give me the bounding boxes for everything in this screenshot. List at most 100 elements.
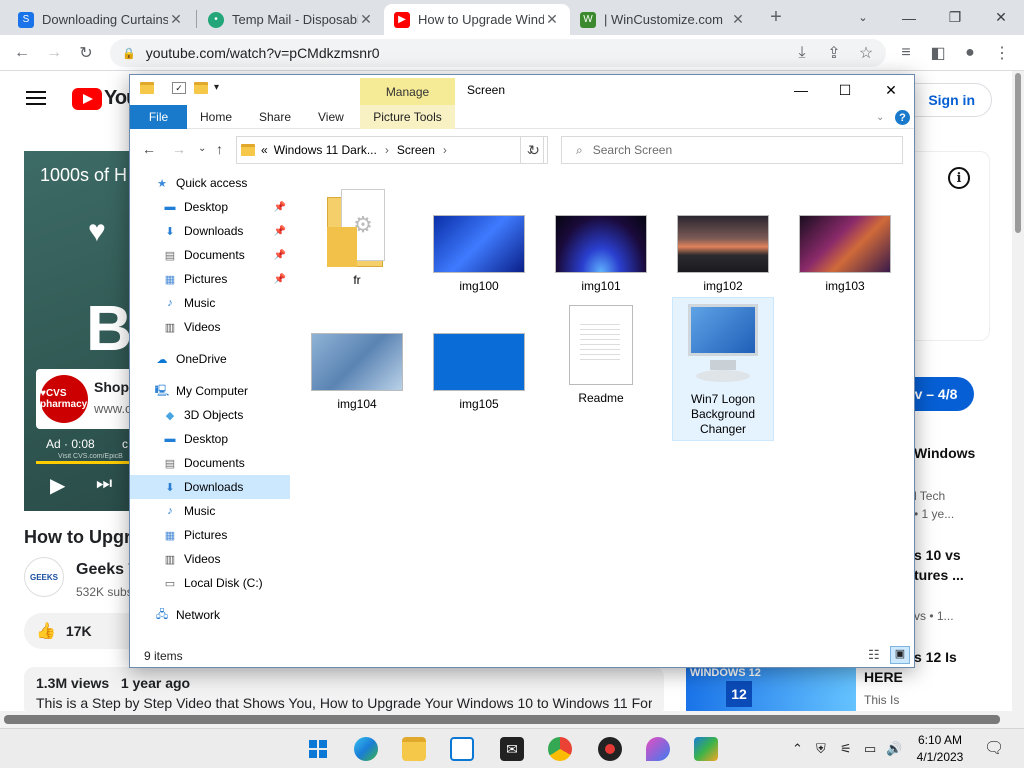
file-item-img104[interactable]: img104 [306, 305, 408, 412]
pin-icon[interactable]: 📌 [274, 250, 286, 261]
hamburger-menu-icon[interactable] [26, 91, 46, 105]
clock[interactable]: 6:10 AM 4/1/2023 [910, 732, 970, 766]
nav-item-onedrive[interactable]: ☁ OneDrive [130, 347, 290, 371]
start-windows-icon[interactable] [306, 737, 330, 761]
vertical-scrollbar[interactable] [1012, 71, 1024, 711]
tab-downloading-curtains[interactable]: S Downloading Curtains ✕ [8, 4, 194, 35]
close-icon[interactable]: ✕ [168, 11, 184, 28]
close-icon[interactable]: ✕ [544, 11, 560, 28]
ribbon-tab-view[interactable]: View [318, 105, 344, 129]
close-icon[interactable]: ✕ [730, 11, 746, 28]
nav-item-local-disk-c[interactable]: ▭ Local Disk (C:) [130, 571, 290, 595]
properties-check-icon[interactable]: ✓ [172, 82, 186, 94]
minimize-button[interactable]: — [886, 0, 932, 35]
mail-icon[interactable]: ✉ [500, 737, 524, 761]
scrollbar-thumb[interactable] [4, 715, 1000, 724]
back-icon[interactable]: ← [142, 141, 156, 157]
new-folder-icon[interactable] [194, 82, 208, 94]
close-button[interactable]: ✕ [868, 75, 914, 105]
file-explorer-icon[interactable] [402, 737, 426, 761]
info-icon[interactable]: i [948, 167, 970, 189]
address-bar[interactable]: 🔒 youtube.com/watch?v=pCMdkzmsnr0 [110, 39, 886, 67]
pin-icon[interactable]: 📌 [274, 202, 286, 213]
tab-search-chevron-icon[interactable]: ⌄ [840, 0, 886, 35]
nav-item-music[interactable]: ♪ Music [130, 291, 290, 315]
file-item-img105[interactable]: img105 [428, 305, 530, 412]
manage-tab[interactable]: Manage [360, 78, 455, 105]
nav-item-pictures[interactable]: ▦ Pictures 📌 [130, 267, 290, 291]
paint-3d-icon[interactable] [646, 737, 670, 761]
bookmark-star-icon[interactable]: ☆ [854, 41, 878, 65]
restore-button[interactable]: ❐ [932, 0, 978, 35]
file-item-img101[interactable]: img101 [550, 187, 652, 294]
close-window-button[interactable]: ✕ [978, 0, 1024, 35]
file-explorer-window[interactable]: ✓ ▾ Manage Screen — ☐ ✕ File Home Share … [129, 74, 915, 668]
wincustomize-app-icon[interactable] [694, 737, 718, 761]
nav-item-documents[interactable]: ▤ Documents 📌 [130, 243, 290, 267]
scrollbar-thumb[interactable] [1015, 73, 1021, 233]
back-button[interactable]: ← [10, 41, 34, 65]
minimize-button[interactable]: — [778, 75, 824, 105]
ribbon-tab-share[interactable]: Share [259, 105, 291, 129]
ribbon-expand-chevron-icon[interactable]: ⌄ [876, 105, 884, 129]
breadcrumb-screen[interactable]: Screen [397, 143, 435, 157]
notification-icon[interactable]: 🗨 [984, 738, 1004, 758]
rec-title[interactable]: s 10 vs [914, 547, 961, 563]
rec-title[interactable]: Windows [914, 445, 975, 461]
breadcrumb-chevron-icon[interactable]: › [443, 143, 447, 157]
nav-item-downloads[interactable]: ⬇ Downloads 📌 [130, 219, 290, 243]
nav-item-desktop[interactable]: ▬ Desktop [130, 427, 290, 451]
up-arrow-icon[interactable]: ↑ [216, 141, 223, 157]
rec-title[interactable]: s 12 Is [914, 649, 957, 665]
forward-button[interactable]: → [42, 41, 66, 65]
store-icon[interactable] [450, 737, 474, 761]
chrome-icon[interactable] [548, 737, 572, 761]
details-view-icon[interactable]: ☷ [868, 647, 880, 663]
channel-avatar[interactable]: GEEKS [24, 557, 64, 597]
nav-item-videos[interactable]: ▥ Videos [130, 315, 290, 339]
explorer-title-bar[interactable]: ✓ ▾ Manage Screen — ☐ ✕ [130, 75, 914, 105]
menu-kebab-icon[interactable]: ⋮ [990, 41, 1014, 65]
file-item-img100[interactable]: img100 [428, 187, 530, 294]
nav-item-downloads[interactable]: ⬇ Downloads [130, 475, 290, 499]
file-item-readme[interactable]: Readme [550, 305, 652, 406]
file-item-win7-logon-background-changer[interactable]: Win7 Logon Background Changer [672, 297, 774, 441]
file-item-img102[interactable]: img102 [672, 187, 774, 294]
breadcrumb-chevron-icon[interactable]: › [385, 143, 389, 157]
horizontal-scrollbar[interactable] [0, 711, 1024, 728]
reload-button[interactable]: ↻ [74, 41, 98, 65]
nav-item-my-computer[interactable]: 🖳 My Computer [130, 379, 290, 403]
recent-dropdown-icon[interactable]: ⌄ [198, 143, 206, 154]
chevron-up-icon[interactable]: ⌃ [792, 741, 803, 757]
display-icon[interactable]: ▭ [864, 741, 876, 757]
youtube-logo[interactable]: You [72, 87, 138, 110]
play-icon[interactable]: ▶ [50, 473, 65, 498]
new-tab-button[interactable]: + [764, 5, 788, 29]
nav-item-videos[interactable]: ▥ Videos [130, 547, 290, 571]
search-input[interactable]: ⌕ Search Screen [561, 136, 903, 164]
nav-item-music[interactable]: ♪ Music [130, 499, 290, 523]
breadcrumb-windows11dark[interactable]: Windows 11 Dark... [274, 143, 377, 157]
nav-item-3d-objects[interactable]: ◆ 3D Objects [130, 403, 290, 427]
description-box[interactable]: 1.3M views 1 year ago This is a Step by … [24, 667, 664, 711]
ribbon-tab-picture-tools[interactable]: Picture Tools [360, 105, 455, 129]
file-item-fr[interactable]: ⚙ fr [306, 187, 408, 288]
volume-icon[interactable]: 🔊 [886, 741, 902, 757]
refresh-button[interactable]: ↻ [520, 136, 548, 164]
nav-item-pictures[interactable]: ▦ Pictures [130, 523, 290, 547]
record-icon[interactable] [598, 737, 622, 761]
tab-temp-mail[interactable]: • Temp Mail - Disposable ✕ [198, 4, 384, 35]
security-icon[interactable]: ⛨ [816, 741, 826, 757]
profile-avatar-icon[interactable]: ● [958, 41, 982, 65]
close-icon[interactable]: ✕ [358, 11, 374, 28]
ribbon-tab-file[interactable]: File [130, 105, 187, 129]
share-icon[interactable]: ⇪ [822, 41, 846, 65]
reading-list-icon[interactable]: ≡ [894, 41, 918, 65]
network-icon[interactable]: ⚟ [840, 741, 852, 757]
nav-item-documents[interactable]: ▤ Documents [130, 451, 290, 475]
rec-title-line2[interactable]: HERE [864, 669, 903, 685]
pin-icon[interactable]: 📌 [274, 226, 286, 237]
tab-youtube-video[interactable]: ▶ How to Upgrade Windo ✕ [384, 4, 570, 35]
forward-icon[interactable]: → [172, 141, 186, 157]
next-icon[interactable]: ⏭ [96, 473, 112, 494]
